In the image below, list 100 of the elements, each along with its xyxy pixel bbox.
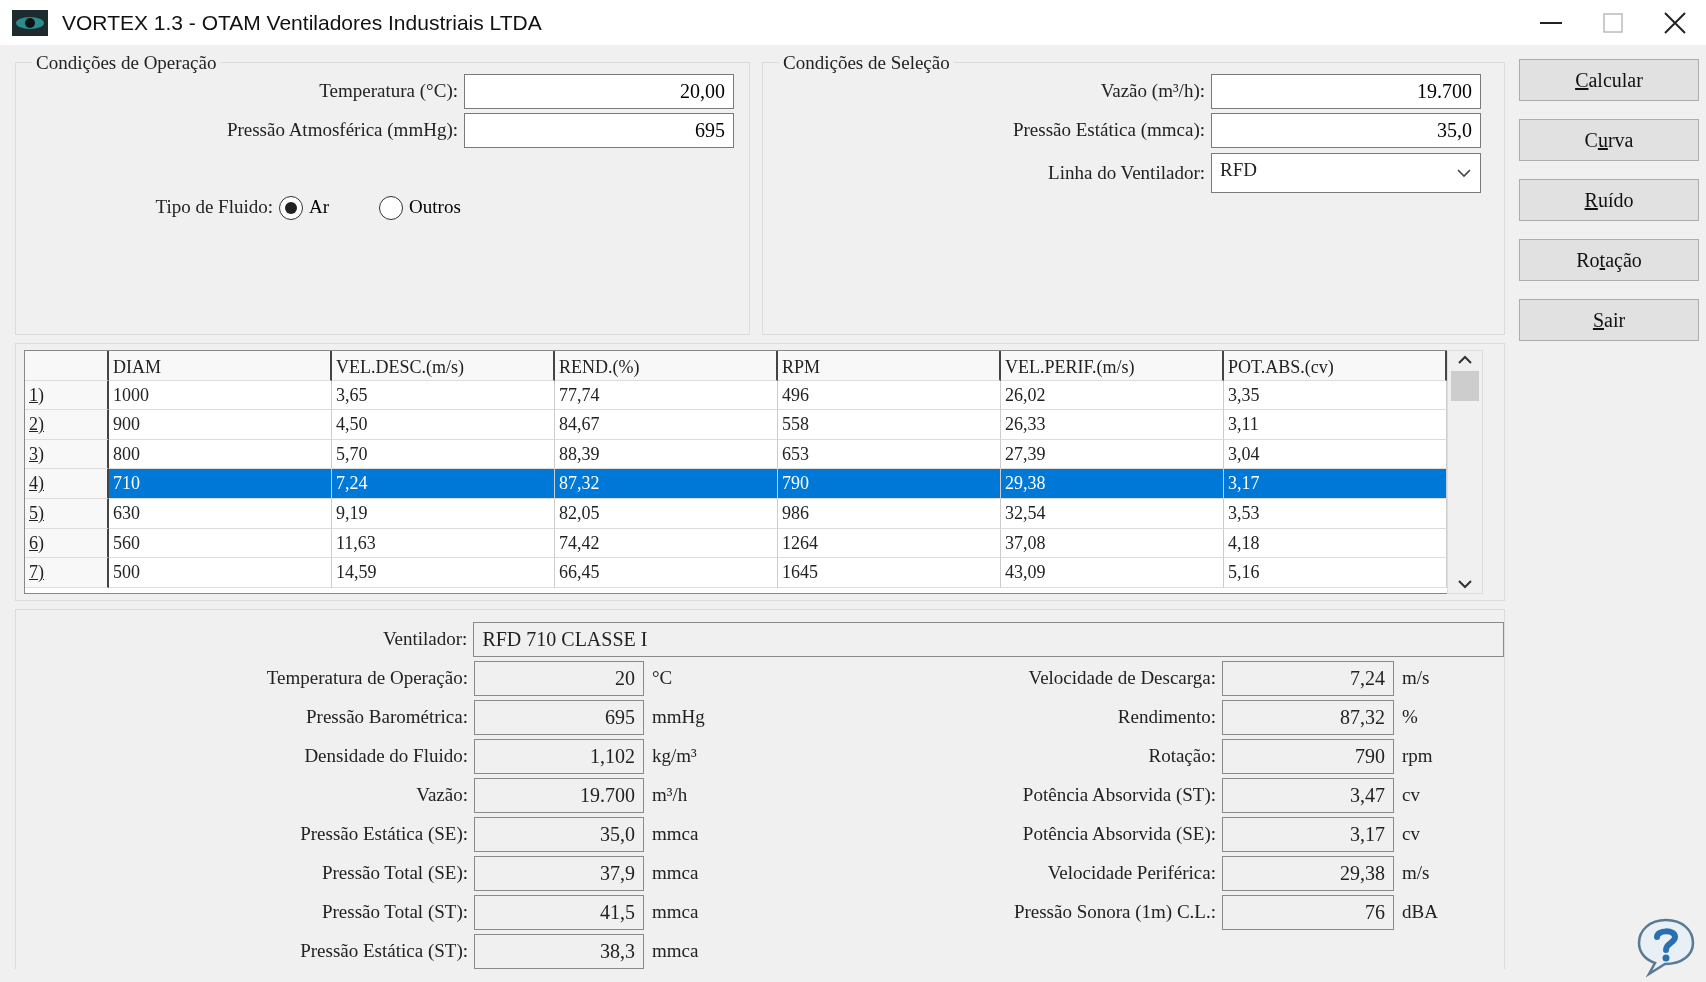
- table-cell: 14,59: [332, 558, 555, 588]
- output-field: 29,38: [1222, 856, 1394, 891]
- field-label: Rendimento:: [1116, 705, 1217, 730]
- field-label: Pressão Atmosférica (mmHg):: [225, 118, 459, 143]
- row-header[interactable]: 4): [25, 469, 109, 499]
- table-cell: 986: [778, 498, 1001, 529]
- table-cell: 558: [778, 410, 1001, 440]
- table-cell: 3,65: [332, 380, 555, 411]
- output-field: 1,102: [474, 739, 644, 774]
- close-button[interactable]: [1664, 11, 1686, 34]
- output-field: 87,32: [1222, 700, 1394, 735]
- row-header[interactable]: 7): [25, 558, 109, 588]
- scrollbar-thumb[interactable]: [1451, 371, 1479, 401]
- window-title: VORTEX 1.3 - OTAM Ventiladores Industriais LTDA: [62, 9, 542, 36]
- column-header[interactable]: DIAM: [109, 351, 332, 381]
- row-header[interactable]: 6): [25, 528, 109, 559]
- table-cell: 3,17: [1224, 469, 1447, 499]
- table-cell: 4,50: [332, 410, 555, 440]
- table-cell: 87,32: [555, 469, 778, 499]
- field-label: Pressão Estática (mmca):: [1011, 118, 1206, 143]
- column-header[interactable]: REND.(%): [555, 351, 778, 381]
- action-button[interactable]: Sair: [1519, 299, 1699, 341]
- table-cell: 74,42: [555, 528, 778, 559]
- row-header[interactable]: 3): [25, 439, 109, 470]
- table-cell: 29,38: [1001, 469, 1224, 499]
- output-field: 695: [474, 700, 644, 735]
- column-header[interactable]: VEL.DESC.(m/s): [332, 351, 555, 381]
- minimize-button[interactable]: [1540, 21, 1562, 24]
- unit-label: mmca: [651, 900, 700, 925]
- field-label: Potência Absorvida (SE):: [1021, 822, 1217, 847]
- output-field: RFD 710 CLASSE I: [473, 622, 1504, 657]
- table-cell: 43,09: [1001, 558, 1224, 588]
- input-field[interactable]: 19.700: [1211, 74, 1481, 109]
- unit-label: mmca: [651, 861, 700, 886]
- field-label: Temperatura de Operação:: [265, 666, 469, 691]
- action-button[interactable]: Rotação: [1519, 239, 1699, 281]
- unit-label: kg/m³: [651, 744, 698, 769]
- column-header[interactable]: VEL.PERIF.(m/s): [1001, 351, 1224, 381]
- dropdown[interactable]: RFD: [1211, 153, 1481, 193]
- table-cell: 500: [109, 558, 332, 588]
- output-field: 76: [1222, 895, 1394, 930]
- field-label: Velocidade de Descarga:: [1027, 666, 1217, 691]
- unit-label: dBA: [1401, 900, 1439, 925]
- table-cell: 66,45: [555, 558, 778, 588]
- table-cell: 37,08: [1001, 528, 1224, 559]
- field-label: Tipo de Fluido:: [154, 195, 274, 220]
- action-button[interactable]: Calcular: [1519, 59, 1699, 101]
- field-label: Densidade do Fluido:: [303, 744, 469, 769]
- field-label: Pressão Total (SE):: [320, 861, 469, 886]
- column-header[interactable]: RPM: [778, 351, 1001, 381]
- table-cell: 630: [109, 498, 332, 529]
- table-cell: 1645: [778, 558, 1001, 588]
- field-label: Pressão Sonora (1m) C.L.:: [1012, 900, 1217, 925]
- radio-option[interactable]: Ar: [279, 193, 330, 222]
- output-field: 37,9: [474, 856, 644, 891]
- radio-option[interactable]: Outros: [379, 193, 461, 222]
- input-field[interactable]: 695: [464, 113, 734, 148]
- table-cell: 77,74: [555, 380, 778, 411]
- input-field[interactable]: 35,0: [1211, 113, 1481, 148]
- scroll-up-icon[interactable]: [1457, 355, 1473, 365]
- scrollbar[interactable]: [1447, 350, 1483, 594]
- unit-label: mmHg: [651, 705, 706, 730]
- output-field: 35,0: [474, 817, 644, 852]
- row-header[interactable]: 2): [25, 410, 109, 440]
- table-cell: 1264: [778, 528, 1001, 559]
- table-cell: 560: [109, 528, 332, 559]
- action-button[interactable]: Curva: [1519, 119, 1699, 161]
- field-label: Pressão Total (ST):: [320, 900, 469, 925]
- row-header[interactable]: 1): [25, 380, 109, 411]
- unit-label: m³/h: [651, 783, 689, 808]
- chevron-down-icon: [1456, 168, 1472, 178]
- input-field[interactable]: 20,00: [464, 74, 734, 109]
- output-field: 38,3: [474, 934, 644, 969]
- table-cell: 84,67: [555, 410, 778, 440]
- unit-label: rpm: [1401, 744, 1434, 769]
- scroll-down-icon[interactable]: [1457, 579, 1473, 589]
- output-field: 7,24: [1222, 661, 1394, 696]
- field-label: Potência Absorvida (ST):: [1021, 783, 1217, 808]
- output-field: 41,5: [474, 895, 644, 930]
- unit-label: cv: [1401, 822, 1421, 847]
- output-field: 20: [474, 661, 644, 696]
- field-label: Ventilador:: [381, 627, 469, 652]
- unit-label: °C: [651, 666, 674, 691]
- table-cell: 790: [778, 469, 1001, 499]
- field-label: Pressão Estática (ST):: [299, 939, 469, 964]
- unit-label: cv: [1401, 783, 1421, 808]
- action-button[interactable]: Ruído: [1519, 179, 1699, 221]
- table-cell: 82,05: [555, 498, 778, 529]
- table-cell: 496: [778, 380, 1001, 411]
- row-header[interactable]: 5): [25, 498, 109, 529]
- output-field: 19.700: [474, 778, 644, 813]
- table-cell: 26,02: [1001, 380, 1224, 411]
- column-header[interactable]: POT.ABS.(cv): [1224, 351, 1447, 381]
- unit-label: mmca: [651, 939, 700, 964]
- field-label: Rotação:: [1147, 744, 1217, 769]
- field-label: Vazão (m³/h):: [1099, 79, 1206, 104]
- unit-label: mmca: [651, 822, 700, 847]
- group-title: Condições de Seleção: [782, 53, 951, 72]
- field-label: Velocidade Periférica:: [1046, 861, 1217, 886]
- table-cell: 710: [109, 469, 332, 499]
